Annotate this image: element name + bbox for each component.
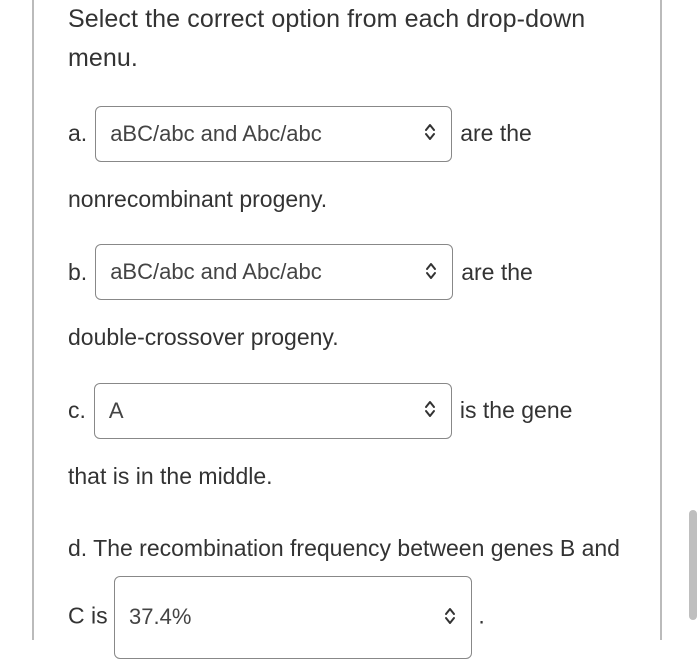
question-a-line: a. aBC/abc and Abc/abc are the [68, 106, 632, 162]
chevron-updown-icon [423, 399, 437, 422]
label-c: c. [68, 397, 86, 424]
text-a-after: are the [460, 120, 532, 147]
label-b: b. [68, 259, 87, 286]
instruction-text: Select the correct option from each drop… [68, 0, 632, 78]
chevron-updown-icon [424, 261, 438, 284]
label-a: a. [68, 120, 87, 147]
dropdown-c-value: A [109, 398, 415, 424]
text-c-continuation: that is in the middle. [68, 459, 632, 494]
chevron-updown-icon [443, 606, 457, 629]
question-container: Select the correct option from each drop… [32, 0, 662, 640]
dropdown-a-value: aBC/abc and Abc/abc [110, 121, 415, 147]
scrollbar-thumb[interactable] [689, 510, 697, 620]
question-c-line: c. A is the gene [68, 383, 632, 439]
dropdown-b[interactable]: aBC/abc and Abc/abc [95, 244, 453, 300]
question-d-line: d. The recombination frequency between g… [68, 521, 632, 659]
dropdown-a[interactable]: aBC/abc and Abc/abc [95, 106, 452, 162]
question-b-line: b. aBC/abc and Abc/abc are the [68, 244, 632, 300]
text-b-continuation: double-crossover progeny. [68, 320, 632, 355]
text-d-after: . [478, 603, 484, 629]
dropdown-c[interactable]: A [94, 383, 452, 439]
dropdown-d[interactable]: 37.4% [114, 576, 472, 659]
scrollbar-track[interactable] [689, 0, 697, 640]
text-c-after: is the gene [460, 397, 573, 424]
dropdown-d-value: 37.4% [129, 591, 435, 644]
chevron-updown-icon [423, 122, 437, 145]
text-a-continuation: nonrecombinant progeny. [68, 182, 632, 217]
dropdown-b-value: aBC/abc and Abc/abc [110, 259, 416, 285]
text-b-after: are the [461, 259, 533, 286]
